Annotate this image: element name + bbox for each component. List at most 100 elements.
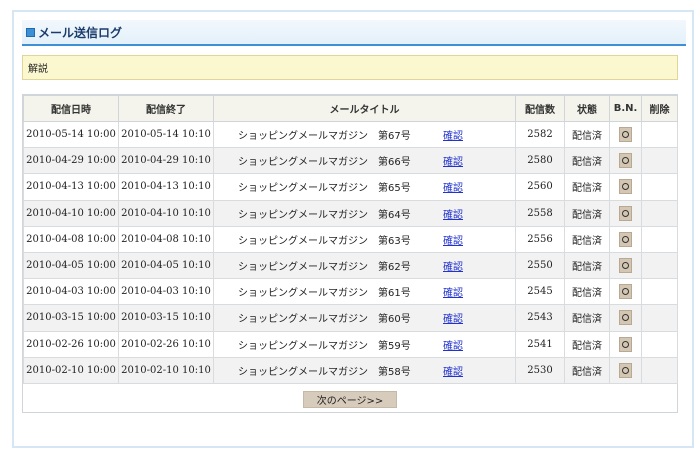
table-header-row: 配信日時 配信終了 メールタイトル 配信数 状態 B.N. 削除 bbox=[23, 95, 678, 122]
mail-title: ショッピングメールマガジン 第65号 bbox=[238, 183, 411, 195]
circle-icon[interactable] bbox=[619, 362, 632, 378]
cell-bn[interactable] bbox=[609, 147, 642, 175]
circle-icon[interactable] bbox=[619, 205, 632, 221]
confirm-link[interactable]: 確認 bbox=[443, 183, 463, 194]
cell-bn[interactable] bbox=[609, 173, 642, 201]
header-delete: 削除 bbox=[641, 95, 678, 122]
cell-bn[interactable] bbox=[609, 225, 642, 253]
cell-count: 2545 bbox=[515, 278, 565, 306]
cell-start: 2010-04-13 10:00 bbox=[23, 173, 119, 201]
explanation-box: 解説 bbox=[22, 55, 678, 80]
confirm-link[interactable]: 確認 bbox=[443, 262, 463, 273]
header-title: メールタイトル bbox=[213, 95, 516, 122]
cell-status: 配信済 bbox=[564, 356, 610, 384]
mail-title: ショッピングメールマガジン 第67号 bbox=[238, 131, 411, 143]
cell-end: 2010-04-13 10:10 bbox=[118, 173, 214, 201]
header-count: 配信数 bbox=[515, 95, 565, 122]
table-row: 2010-04-05 10:00 2010-04-05 10:10 ショッピングメー… bbox=[23, 251, 678, 280]
cell-end: 2010-04-08 10:10 bbox=[118, 225, 214, 253]
cell-title: ショッピングメールマガジン 第64号 確認 bbox=[213, 199, 516, 227]
circle-icon[interactable] bbox=[619, 310, 632, 326]
cell-delete[interactable] bbox=[641, 199, 678, 227]
cell-count: 2550 bbox=[515, 251, 565, 280]
log-table-container: 配信日時 配信終了 メールタイトル 配信数 状態 B.N. 削除 2010-05… bbox=[22, 94, 678, 413]
mail-title: ショッピングメールマガジン 第63号 bbox=[238, 235, 411, 247]
circle-icon[interactable] bbox=[619, 284, 632, 300]
cell-start: 2010-02-10 10:00 bbox=[23, 356, 119, 384]
cell-bn[interactable] bbox=[609, 251, 642, 280]
title-bar: メール送信ログ bbox=[22, 20, 686, 46]
table-row: 2010-04-10 10:00 2010-04-10 10:10 ショッピングメー… bbox=[23, 199, 678, 227]
mail-title: ショッピングメールマガジン 第62号 bbox=[238, 262, 411, 274]
cell-title: ショッピングメールマガジン 第62号 確認 bbox=[213, 251, 516, 280]
confirm-link[interactable]: 確認 bbox=[443, 314, 463, 325]
confirm-link[interactable]: 確認 bbox=[443, 341, 463, 352]
confirm-link[interactable]: 確認 bbox=[443, 157, 463, 168]
cell-title: ショッピングメールマガジン 第58号 確認 bbox=[213, 356, 516, 384]
cell-delete[interactable] bbox=[641, 147, 678, 175]
cell-count: 2541 bbox=[515, 330, 565, 358]
cell-bn[interactable] bbox=[609, 356, 642, 384]
circle-icon[interactable] bbox=[619, 336, 632, 352]
cell-end: 2010-03-15 10:10 bbox=[118, 304, 214, 332]
header-start: 配信日時 bbox=[23, 95, 119, 122]
table-body: 2010-05-14 10:00 2010-05-14 10:10 ショッピングメー… bbox=[23, 120, 678, 384]
cell-status: 配信済 bbox=[564, 278, 610, 306]
cell-status: 配信済 bbox=[564, 173, 610, 201]
cell-title: ショッピングメールマガジン 第66号 確認 bbox=[213, 147, 516, 175]
cell-bn[interactable] bbox=[609, 199, 642, 227]
circle-icon[interactable] bbox=[619, 258, 632, 274]
cell-end: 2010-04-29 10:10 bbox=[118, 147, 214, 175]
cell-count: 2543 bbox=[515, 304, 565, 332]
mail-title: ショッピングメールマガジン 第59号 bbox=[238, 340, 411, 352]
circle-icon[interactable] bbox=[619, 179, 632, 195]
cell-start: 2010-04-05 10:00 bbox=[23, 251, 119, 280]
cell-delete[interactable] bbox=[641, 304, 678, 332]
cell-count: 2582 bbox=[515, 120, 565, 149]
cell-status: 配信済 bbox=[564, 330, 610, 358]
cell-status: 配信済 bbox=[564, 225, 610, 253]
table-row: 2010-03-15 10:00 2010-03-15 10:10 ショッピングメー… bbox=[23, 304, 678, 332]
cell-title: ショッピングメールマガジン 第61号 確認 bbox=[213, 278, 516, 306]
cell-delete[interactable] bbox=[641, 278, 678, 306]
confirm-link[interactable]: 確認 bbox=[443, 288, 463, 299]
cell-end: 2010-02-26 10:10 bbox=[118, 330, 214, 358]
cell-start: 2010-04-03 10:00 bbox=[23, 278, 119, 306]
confirm-link[interactable]: 確認 bbox=[443, 367, 463, 378]
cell-count: 2560 bbox=[515, 173, 565, 201]
cell-end: 2010-05-14 10:10 bbox=[118, 120, 214, 149]
cell-count: 2556 bbox=[515, 225, 565, 253]
confirm-link[interactable]: 確認 bbox=[443, 236, 463, 247]
cell-bn[interactable] bbox=[609, 330, 642, 358]
cell-delete[interactable] bbox=[641, 251, 678, 280]
cell-start: 2010-03-15 10:00 bbox=[23, 304, 119, 332]
table-row: 2010-04-29 10:00 2010-04-29 10:10 ショッピングメー… bbox=[23, 147, 678, 175]
explanation-label: 解説 bbox=[28, 64, 48, 75]
confirm-link[interactable]: 確認 bbox=[443, 131, 463, 142]
cell-delete[interactable] bbox=[641, 173, 678, 201]
cell-count: 2558 bbox=[515, 199, 565, 227]
cell-bn[interactable] bbox=[609, 278, 642, 306]
cell-delete[interactable] bbox=[641, 225, 678, 253]
cell-end: 2010-04-05 10:10 bbox=[118, 251, 214, 280]
cell-delete[interactable] bbox=[641, 330, 678, 358]
cell-end: 2010-02-10 10:10 bbox=[118, 356, 214, 384]
log-table: 配信日時 配信終了 メールタイトル 配信数 状態 B.N. 削除 2010-05… bbox=[23, 95, 678, 384]
circle-icon[interactable] bbox=[619, 127, 632, 143]
cell-status: 配信済 bbox=[564, 147, 610, 175]
cell-bn[interactable] bbox=[609, 304, 642, 332]
cell-delete[interactable] bbox=[641, 120, 678, 149]
circle-icon[interactable] bbox=[619, 153, 632, 169]
mail-title: ショッピングメールマガジン 第66号 bbox=[238, 157, 411, 169]
cell-status: 配信済 bbox=[564, 304, 610, 332]
header-status: 状態 bbox=[564, 95, 610, 122]
next-page-button[interactable]: 次のページ>> bbox=[303, 390, 397, 408]
cell-end: 2010-04-03 10:10 bbox=[118, 278, 214, 306]
cell-delete[interactable] bbox=[641, 356, 678, 384]
cell-title: ショッピングメールマガジン 第65号 確認 bbox=[213, 173, 516, 201]
circle-icon[interactable] bbox=[619, 231, 632, 247]
cell-title: ショッピングメールマガジン 第60号 確認 bbox=[213, 304, 516, 332]
table-row: 2010-02-10 10:00 2010-02-10 10:10 ショッピングメー… bbox=[23, 356, 678, 384]
confirm-link[interactable]: 確認 bbox=[443, 210, 463, 221]
cell-bn[interactable] bbox=[609, 120, 642, 149]
